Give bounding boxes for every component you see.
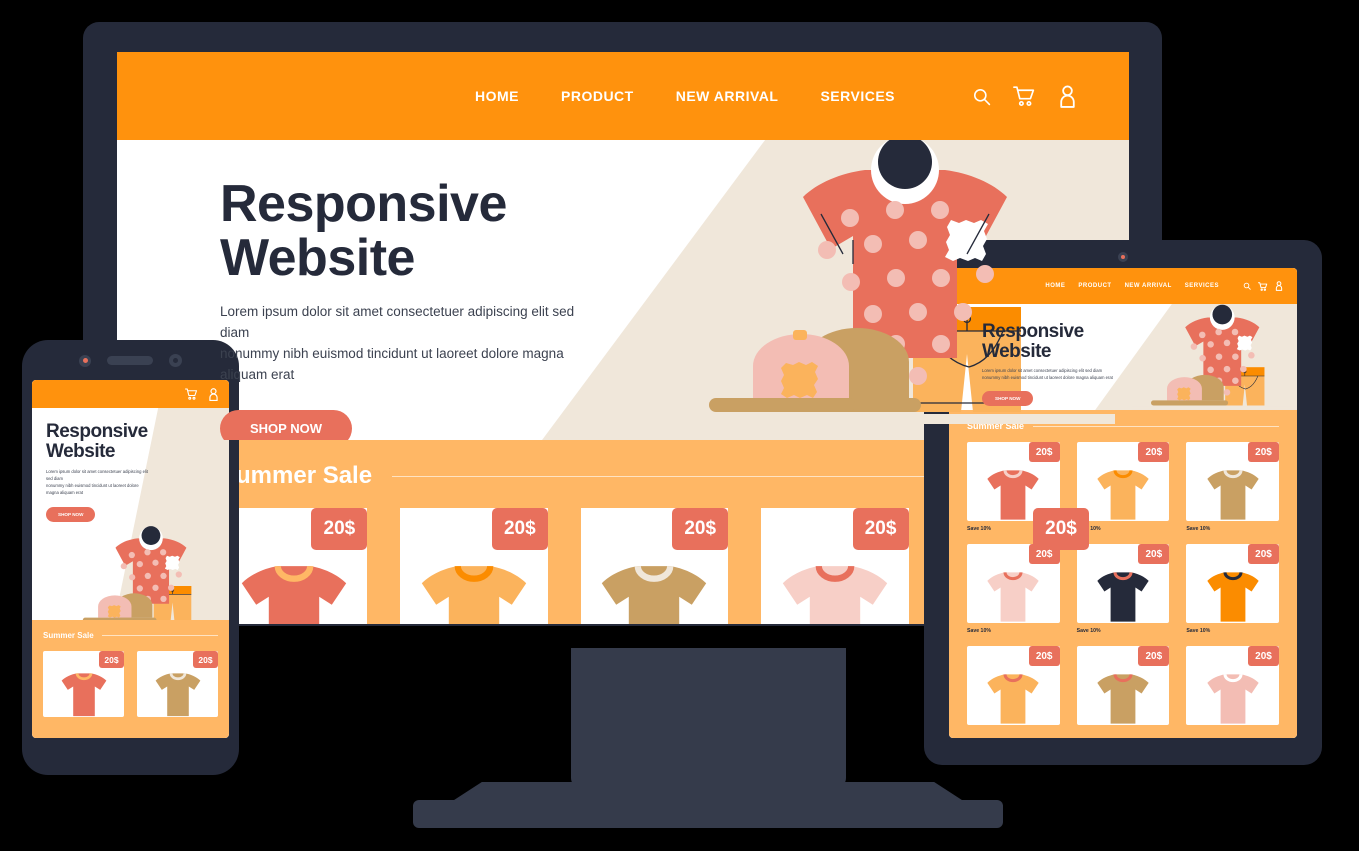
nav-links: HOME PRODUCT NEW ARRIVAL SERVICES xyxy=(475,88,895,104)
price-badge: 20$ xyxy=(1028,646,1060,666)
search-icon[interactable] xyxy=(972,87,991,106)
nav-link-new-arrival[interactable]: NEW ARRIVAL xyxy=(1125,283,1172,289)
navbar: HOME PRODUCT NEW ARRIVAL SERVICES xyxy=(117,52,1129,140)
product-card[interactable]: 20$ Save 10% xyxy=(1076,442,1170,532)
nav-link-home[interactable]: HOME xyxy=(475,88,519,104)
nav-icons-tablet xyxy=(1243,281,1283,291)
product-save-note: Save 10% xyxy=(1186,628,1211,634)
product-card[interactable]: 20$ Save 10% xyxy=(1076,544,1170,634)
monitor-stand-neck xyxy=(571,648,846,788)
sale-title: Summer Sale xyxy=(43,631,94,640)
hero-illustration xyxy=(64,518,224,620)
product-card[interactable]: 20$ xyxy=(1186,646,1279,725)
hero-paragraph: Lorem ipsum dolor sit amet consectetuer … xyxy=(982,368,1124,381)
tablet-camera-icon xyxy=(1118,252,1128,262)
phone-camera-icon xyxy=(79,354,91,367)
hero-copy: Responsive Website Lorem ipsum dolor sit… xyxy=(949,304,1124,406)
hero-title: Responsive Website xyxy=(220,175,587,287)
product-card[interactable]: 20$ xyxy=(580,508,729,624)
summer-sale-section-phone: Summer Sale 20$ 20$ xyxy=(32,620,229,738)
product-save-note: Save 10% xyxy=(1186,526,1211,532)
price-badge: 20$ xyxy=(99,651,124,668)
hero-paragraph-line1: Lorem ipsum dolor sit amet consectetuer … xyxy=(982,368,1103,374)
hero-title-line2: Website xyxy=(220,228,415,287)
hero-title: Responsive Website xyxy=(46,422,152,461)
product-card[interactable]: 20$ Save 10% xyxy=(1186,442,1279,532)
nav-link-services[interactable]: SERVICES xyxy=(1185,283,1219,289)
hero-paragraph-line2: nonummy nibh euismod tincidunt ut laoree… xyxy=(46,482,139,495)
hero-paragraph-line2: nonummy nibh euismod tincidunt ut laoree… xyxy=(220,345,564,382)
sale-title: Summer Sale xyxy=(220,462,373,489)
hero-title: Responsive Website xyxy=(982,322,1124,361)
sale-header: Summer Sale xyxy=(43,620,218,640)
price-badge: 20$ xyxy=(311,508,368,550)
nav-link-product[interactable]: PRODUCT xyxy=(561,88,634,104)
user-icon[interactable] xyxy=(1275,281,1283,291)
tablet-device: HOME PRODUCT NEW ARRIVAL SERVICES Respon… xyxy=(924,240,1322,765)
hero-paragraph: Lorem ipsum dolor sit amet consectetuer … xyxy=(220,302,587,386)
price-badge: 20$ xyxy=(1028,442,1060,462)
product-save-note: Save 10% xyxy=(1077,526,1101,532)
product-card[interactable]: 20$ xyxy=(220,508,368,624)
hero-title-line2: Website xyxy=(46,440,116,462)
price-badge: 20$ xyxy=(491,508,548,550)
nav-icons xyxy=(972,85,1077,108)
cart-icon[interactable] xyxy=(1013,85,1036,107)
hero-section-tablet: Responsive Website Lorem ipsum dolor sit… xyxy=(949,304,1297,410)
product-card[interactable]: 20$ xyxy=(400,508,548,624)
product-grid: 20$ Save 10% 20$ Save 10% 20$ Save 10% 20$ Save… xyxy=(967,442,1279,725)
price-badge: 20$ xyxy=(852,508,909,550)
product-card[interactable]: 20$ Save 10% xyxy=(1186,544,1279,634)
shop-now-button[interactable]: SHOP NOW xyxy=(220,409,352,440)
shop-now-button[interactable]: SHOP NOW xyxy=(982,390,1034,406)
price-badge: 20$ xyxy=(1028,544,1060,564)
price-badge: 20$ xyxy=(1247,544,1279,564)
sale-divider xyxy=(101,635,218,636)
hero-title-line1: Responsive xyxy=(220,175,507,233)
monitor-stand-wedge xyxy=(451,782,965,802)
hero-copy: Responsive Website Lorem ipsum dolor sit… xyxy=(117,140,587,440)
hero-paragraph-line1: Lorem ipsum dolor sit amet consectetuer … xyxy=(220,304,575,341)
monitor-stand-base xyxy=(413,800,1003,828)
hero-paragraph: Lorem ipsum dolor sit amet consectetuer … xyxy=(46,469,152,497)
product-card[interactable]: 20$ xyxy=(137,651,218,717)
product-grid: 20$ 20$ xyxy=(43,651,218,717)
product-card[interactable]: 20$ xyxy=(761,508,909,624)
hero-paragraph-line2: nonummy nibh euismod tincidunt ut laoree… xyxy=(982,374,1113,380)
nav-link-services[interactable]: SERVICES xyxy=(820,88,895,104)
price-badge: 20$ xyxy=(1138,646,1170,666)
price-badge: 20$ xyxy=(1247,646,1279,666)
product-save-note: Save 10% xyxy=(1076,628,1101,634)
tablet-screen: HOME PRODUCT NEW ARRIVAL SERVICES Respon… xyxy=(949,268,1297,738)
price-badge: 20$ xyxy=(1138,544,1170,564)
mockup-stage: HOME PRODUCT NEW ARRIVAL SERVICES Respon… xyxy=(0,0,1359,851)
hero-paragraph-line1: Lorem ipsum dolor sit amet consectetuer … xyxy=(46,469,148,482)
user-icon[interactable] xyxy=(1058,85,1077,108)
hero-copy: Responsive Website Lorem ipsum dolor sit… xyxy=(32,408,152,522)
product-save-note: Save 10% xyxy=(967,628,991,634)
site-tablet: HOME PRODUCT NEW ARRIVAL SERVICES Respon… xyxy=(949,268,1297,738)
product-card[interactable]: 20$ xyxy=(43,651,124,717)
cart-icon[interactable] xyxy=(1258,281,1268,291)
price-badge: 20$ xyxy=(193,651,218,668)
hero-title-line2: Website xyxy=(982,340,1052,362)
product-card[interactable]: 20$ xyxy=(967,646,1060,725)
price-badge: 20$ xyxy=(1247,442,1279,462)
price-badge: 20$ xyxy=(672,508,729,550)
product-card[interactable]: 20$ xyxy=(1076,646,1170,725)
hero-title-line1: Responsive xyxy=(982,321,1084,342)
price-badge: 20$ xyxy=(1138,442,1170,462)
hero-title-line1: Responsive xyxy=(46,421,148,442)
summer-sale-section-tablet: Summer Sale 20$Save 10%20$Save 10%20$Sav… xyxy=(949,410,1297,738)
nav-link-new-arrival[interactable]: NEW ARRIVAL xyxy=(676,88,779,104)
search-icon[interactable] xyxy=(1243,282,1251,290)
hero-illustration xyxy=(1127,304,1297,410)
shop-now-button[interactable]: SHOP NOW xyxy=(46,506,96,522)
product-card[interactable]: 20$ Save 10% xyxy=(967,544,1060,634)
